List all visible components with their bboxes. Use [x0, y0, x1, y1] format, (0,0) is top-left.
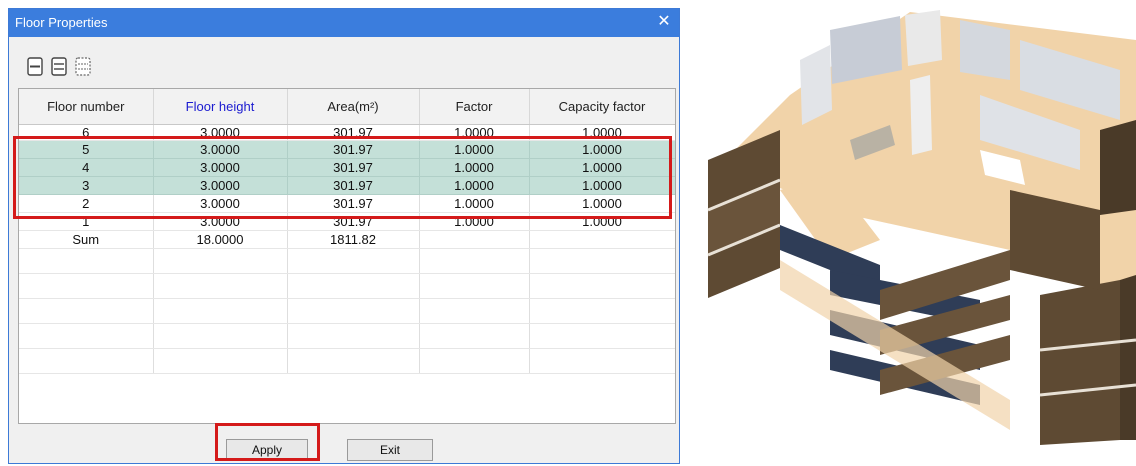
dialog-title: Floor Properties — [15, 15, 108, 30]
floor-table: Floor number Floor height Area(m²) Facto… — [18, 88, 676, 424]
cell-floor-number[interactable]: 1 — [19, 212, 154, 231]
cell-factor[interactable]: 1.0000 — [419, 158, 530, 177]
cell-area[interactable]: 301.97 — [287, 176, 420, 195]
cell-capacity-factor[interactable]: 1.0000 — [529, 124, 675, 141]
cell-floor-height[interactable]: 3.0000 — [153, 194, 288, 213]
column-header-floor-number[interactable]: Floor number — [19, 89, 154, 125]
cell-capacity-factor[interactable]: 1.0000 — [529, 212, 675, 231]
table-row-empty — [19, 323, 675, 349]
cell-floor-number[interactable]: 3 — [19, 176, 154, 195]
cell-floor-number[interactable]: 2 — [19, 194, 154, 213]
exit-button[interactable]: Exit — [347, 439, 433, 461]
cell-factor[interactable]: 1.0000 — [419, 212, 530, 231]
table-row-empty — [19, 248, 675, 274]
cell-capacity-factor[interactable]: 1.0000 — [529, 194, 675, 213]
table-row[interactable]: 6 3.0000 301.97 1.0000 1.0000 — [19, 124, 675, 141]
cell-sum-capacity-factor — [529, 230, 675, 249]
cell-area[interactable]: 301.97 — [287, 124, 420, 141]
cell-floor-height[interactable]: 3.0000 — [153, 140, 288, 159]
cell-sum-height: 18.0000 — [153, 230, 288, 249]
table-row[interactable]: 4 3.0000 301.97 1.0000 1.0000 — [19, 158, 675, 177]
cell-area[interactable]: 301.97 — [287, 140, 420, 159]
floor-properties-dialog: Floor Properties ✕ Floor number Floor he… — [8, 8, 680, 464]
cell-factor[interactable]: 1.0000 — [419, 176, 530, 195]
column-header-area[interactable]: Area(m²) — [287, 89, 420, 125]
table-row-empty — [19, 298, 675, 324]
cell-floor-number[interactable]: 6 — [19, 124, 154, 141]
cell-factor[interactable]: 1.0000 — [419, 124, 530, 141]
table-row[interactable]: 3 3.0000 301.97 1.0000 1.0000 — [19, 176, 675, 195]
cell-floor-height[interactable]: 3.0000 — [153, 212, 288, 231]
column-header-capacity-factor[interactable]: Capacity factor — [529, 89, 675, 125]
table-row-sum: Sum 18.0000 1811.82 — [19, 230, 675, 249]
table-row-empty — [19, 348, 675, 374]
dialog-titlebar[interactable]: Floor Properties ✕ — [9, 9, 679, 37]
cell-sum-factor — [419, 230, 530, 249]
cell-area[interactable]: 301.97 — [287, 194, 420, 213]
cell-factor[interactable]: 1.0000 — [419, 140, 530, 159]
cell-factor[interactable]: 1.0000 — [419, 194, 530, 213]
cell-sum-area: 1811.82 — [287, 230, 420, 249]
cell-floor-number[interactable]: 4 — [19, 158, 154, 177]
cell-capacity-factor[interactable]: 1.0000 — [529, 140, 675, 159]
split-floor-icon[interactable] — [51, 57, 69, 77]
merge-floor-icon[interactable] — [75, 57, 93, 77]
cell-floor-height[interactable]: 3.0000 — [153, 176, 288, 195]
cell-capacity-factor[interactable]: 1.0000 — [529, 158, 675, 177]
cell-floor-height[interactable]: 3.0000 — [153, 158, 288, 177]
insert-floor-icon[interactable] — [27, 57, 45, 77]
column-header-factor[interactable]: Factor — [419, 89, 530, 125]
cell-floor-number[interactable]: 5 — [19, 140, 154, 159]
cell-area[interactable]: 301.97 — [287, 158, 420, 177]
table-row[interactable]: 2 3.0000 301.97 1.0000 1.0000 — [19, 194, 675, 213]
cell-capacity-factor[interactable]: 1.0000 — [529, 176, 675, 195]
table-row[interactable]: 5 3.0000 301.97 1.0000 1.0000 — [19, 140, 675, 159]
table-row-empty — [19, 273, 675, 299]
cell-sum-label: Sum — [19, 230, 154, 249]
table-row[interactable]: 1 3.0000 301.97 1.0000 1.0000 — [19, 212, 675, 231]
close-icon[interactable]: ✕ — [655, 13, 673, 31]
building-3d-view[interactable] — [680, 0, 1136, 466]
apply-button[interactable]: Apply — [226, 439, 308, 461]
column-header-floor-height[interactable]: Floor height — [153, 89, 288, 125]
cell-floor-height[interactable]: 3.0000 — [153, 124, 288, 141]
cell-area[interactable]: 301.97 — [287, 212, 420, 231]
